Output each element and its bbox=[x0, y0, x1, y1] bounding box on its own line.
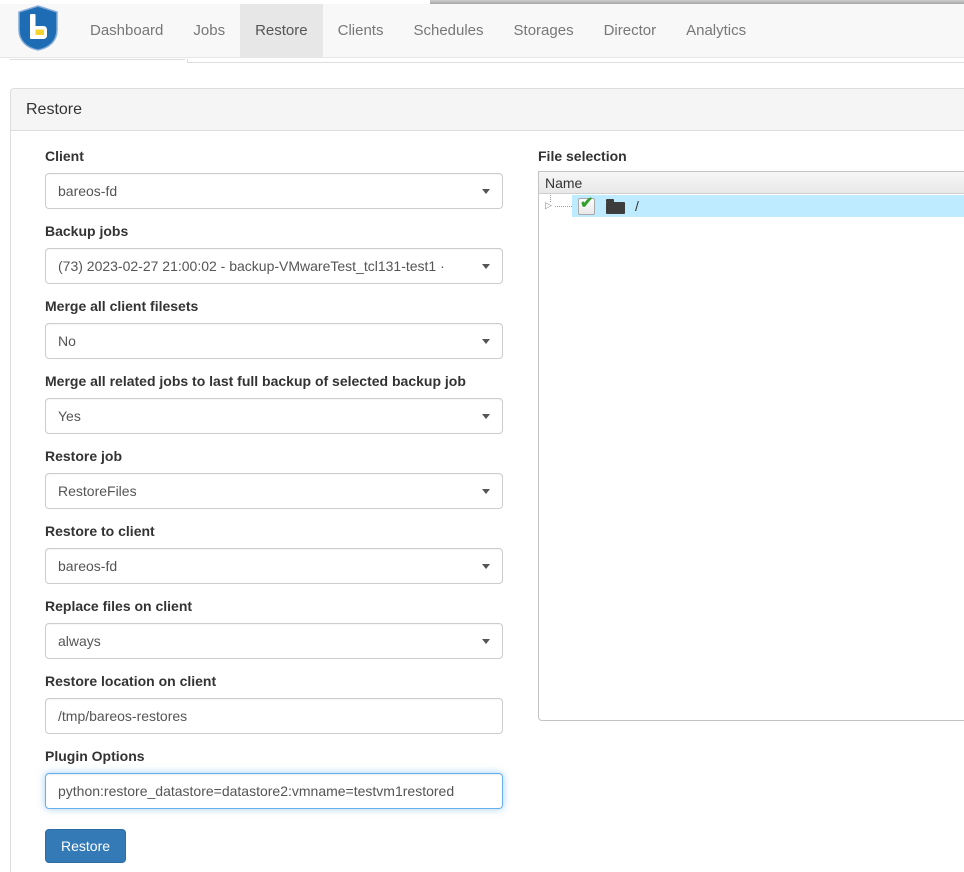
restore-location-label: Restore location on client bbox=[45, 673, 503, 689]
restore-location-input[interactable]: /tmp/bareos-restores bbox=[45, 698, 503, 734]
plugin-options-input-value: python:restore_datastore=datastore2:vmna… bbox=[58, 783, 472, 799]
form-group-plugin-options: Plugin Options python:restore_datastore=… bbox=[45, 748, 503, 809]
main-navbar: Dashboard Jobs Restore Clients Schedules… bbox=[0, 4, 964, 58]
tree-node-root[interactable]: ✔ / bbox=[572, 195, 964, 217]
file-selection-title: File selection bbox=[538, 148, 964, 164]
nav-item-restore[interactable]: Restore bbox=[240, 4, 323, 57]
replace-files-select[interactable]: always bbox=[45, 623, 503, 659]
backup-jobs-label: Backup jobs bbox=[45, 223, 503, 239]
caret-down-icon bbox=[482, 639, 490, 644]
caret-down-icon bbox=[482, 489, 490, 494]
backup-jobs-select-value: (73) 2023-02-27 21:00:02 - backup-VMware… bbox=[58, 258, 463, 274]
panel-title: Restore bbox=[26, 101, 82, 119]
restore-job-select[interactable]: RestoreFiles bbox=[45, 473, 503, 509]
tab-divider-left bbox=[10, 59, 185, 60]
caret-down-icon bbox=[482, 414, 490, 419]
client-select-value: bareos-fd bbox=[58, 183, 135, 199]
tree-column-header-name: Name bbox=[539, 172, 964, 194]
merge-related-jobs-select[interactable]: Yes bbox=[45, 398, 503, 434]
restore-panel: Restore Client bareos-fd Backup jobs (73… bbox=[10, 88, 964, 872]
nav-item-director[interactable]: Director bbox=[589, 4, 672, 57]
caret-down-icon bbox=[482, 339, 490, 344]
tree-row-gutter: ▷ bbox=[539, 195, 572, 217]
nav-item-clients[interactable]: Clients bbox=[323, 4, 399, 57]
merge-related-jobs-label: Merge all related jobs to last full back… bbox=[45, 373, 503, 389]
client-label: Client bbox=[45, 148, 503, 164]
checked-checkbox[interactable]: ✔ bbox=[578, 198, 595, 215]
restore-location-input-value: /tmp/bareos-restores bbox=[58, 708, 205, 724]
tree-expander-icon[interactable]: ▷ bbox=[545, 198, 552, 212]
backup-jobs-select[interactable]: (73) 2023-02-27 21:00:02 - backup-VMware… bbox=[45, 248, 503, 284]
brand-link[interactable] bbox=[14, 4, 62, 57]
tree-row: ▷ ✔ / bbox=[539, 195, 964, 217]
merge-filesets-label: Merge all client filesets bbox=[45, 298, 503, 314]
plugin-options-input[interactable]: python:restore_datastore=datastore2:vmna… bbox=[45, 773, 503, 809]
restore-job-label: Restore job bbox=[45, 448, 503, 464]
nav-item-dashboard[interactable]: Dashboard bbox=[75, 4, 178, 57]
nav-items: Dashboard Jobs Restore Clients Schedules… bbox=[75, 4, 761, 57]
check-icon: ✔ bbox=[580, 196, 593, 212]
replace-files-label: Replace files on client bbox=[45, 598, 503, 614]
form-group-client: Client bareos-fd bbox=[45, 148, 503, 209]
merge-filesets-select-value: No bbox=[58, 333, 94, 349]
folder-icon bbox=[606, 202, 625, 214]
form-group-restore-location: Restore location on client /tmp/bareos-r… bbox=[45, 673, 503, 734]
tree-branch-line bbox=[555, 206, 572, 207]
restore-button[interactable]: Restore bbox=[45, 829, 126, 863]
form-group-replace-files: Replace files on client always bbox=[45, 598, 503, 659]
file-selection-section: File selection Name ▷ ✔ bbox=[538, 148, 964, 863]
bareos-webui-page: Dashboard Jobs Restore Clients Schedules… bbox=[0, 0, 964, 872]
form-group-restore-to-client: Restore to client bareos-fd bbox=[45, 523, 503, 584]
restore-to-client-select[interactable]: bareos-fd bbox=[45, 548, 503, 584]
panel-body: Client bareos-fd Backup jobs (73) 2023-0… bbox=[11, 131, 964, 863]
panel-heading: Restore bbox=[11, 89, 964, 131]
file-selection-tree: Name ▷ ✔ / bbox=[538, 171, 964, 721]
caret-down-icon bbox=[482, 564, 490, 569]
restore-to-client-label: Restore to client bbox=[45, 523, 503, 539]
restore-to-client-select-value: bareos-fd bbox=[58, 558, 135, 574]
nav-item-analytics[interactable]: Analytics bbox=[671, 4, 761, 57]
restore-form: Client bareos-fd Backup jobs (73) 2023-0… bbox=[45, 148, 503, 863]
tab-divider-right bbox=[187, 62, 964, 63]
form-group-restore-job: Restore job RestoreFiles bbox=[45, 448, 503, 509]
nav-item-jobs[interactable]: Jobs bbox=[178, 4, 240, 57]
caret-down-icon bbox=[482, 264, 490, 269]
restore-job-select-value: RestoreFiles bbox=[58, 483, 155, 499]
client-select[interactable]: bareos-fd bbox=[45, 173, 503, 209]
form-group-merge-related-jobs: Merge all related jobs to last full back… bbox=[45, 373, 503, 434]
replace-files-select-value: always bbox=[58, 633, 119, 649]
merge-related-jobs-select-value: Yes bbox=[58, 408, 99, 424]
form-group-backup-jobs: Backup jobs (73) 2023-02-27 21:00:02 - b… bbox=[45, 223, 503, 284]
plugin-options-label: Plugin Options bbox=[45, 748, 503, 764]
caret-down-icon bbox=[482, 189, 490, 194]
tree-column-header-label: Name bbox=[545, 175, 582, 191]
nav-item-schedules[interactable]: Schedules bbox=[398, 4, 498, 57]
nav-item-storages[interactable]: Storages bbox=[499, 4, 589, 57]
form-group-merge-filesets: Merge all client filesets No bbox=[45, 298, 503, 359]
tree-node-label: / bbox=[635, 198, 639, 214]
merge-filesets-select[interactable]: No bbox=[45, 323, 503, 359]
bareos-logo-icon bbox=[17, 5, 59, 56]
